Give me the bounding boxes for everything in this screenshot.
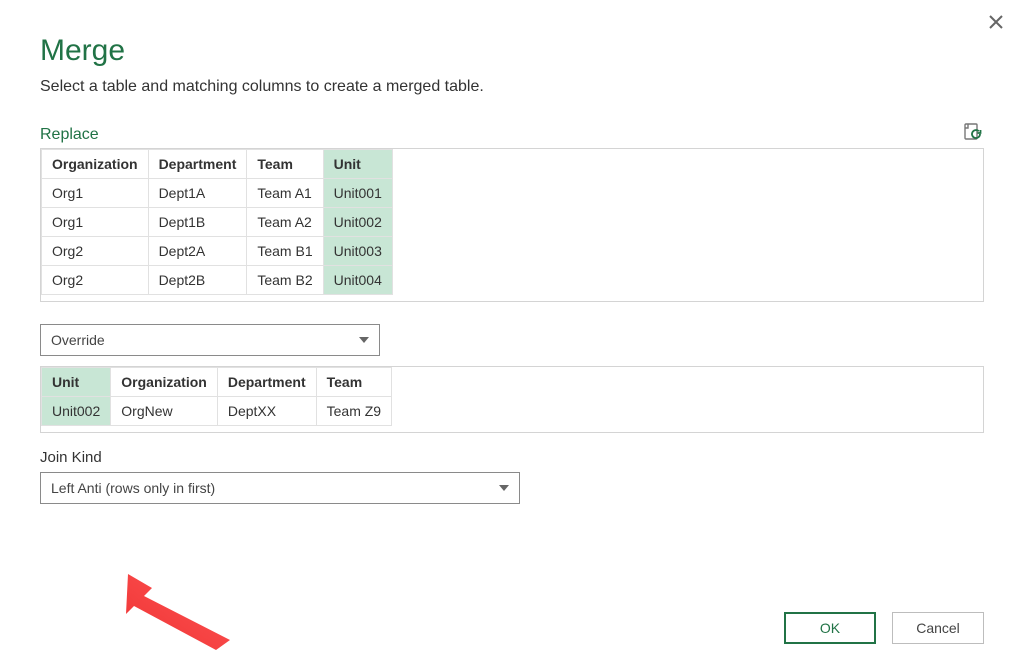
table-cell: Dept1A (148, 179, 247, 208)
table-cell: Team A2 (247, 208, 323, 237)
dialog-title: Merge (40, 34, 984, 68)
chevron-down-icon (359, 337, 369, 343)
ok-button[interactable]: OK (784, 612, 876, 644)
column-header[interactable]: Organization (42, 150, 149, 179)
table-cell: Org1 (42, 208, 149, 237)
join-kind-label: Join Kind (40, 449, 984, 466)
table-cell: Unit004 (323, 266, 392, 295)
column-header[interactable]: Team (316, 368, 391, 397)
table-cell: Team Z9 (316, 397, 391, 426)
join-kind-select[interactable]: Left Anti (rows only in first) (40, 472, 520, 504)
table-cell: Dept2B (148, 266, 247, 295)
column-header[interactable]: Department (148, 150, 247, 179)
refresh-icon (962, 122, 984, 144)
table-row[interactable]: Org1Dept1ATeam A1Unit001 (42, 179, 393, 208)
table-cell: Unit003 (323, 237, 392, 266)
table-row[interactable]: Org2Dept2ATeam B1Unit003 (42, 237, 393, 266)
table-cell: OrgNew (111, 397, 218, 426)
table-cell: Team B1 (247, 237, 323, 266)
column-header[interactable]: Department (217, 368, 316, 397)
dialog-intro: Select a table and matching columns to c… (40, 78, 984, 96)
table-cell: Org2 (42, 237, 149, 266)
table-row[interactable]: Unit002OrgNewDeptXXTeam Z9 (42, 397, 392, 426)
table-cell: Org2 (42, 266, 149, 295)
table-cell: Org1 (42, 179, 149, 208)
cancel-button[interactable]: Cancel (892, 612, 984, 644)
first-table-preview[interactable]: OrganizationDepartmentTeamUnitOrg1Dept1A… (40, 148, 984, 302)
second-table-select[interactable]: Override (40, 324, 380, 356)
close-icon (988, 14, 1004, 30)
column-header[interactable]: Team (247, 150, 323, 179)
table-cell: Unit002 (323, 208, 392, 237)
table-cell: Unit002 (42, 397, 111, 426)
table-cell: Team B2 (247, 266, 323, 295)
join-kind-value: Left Anti (rows only in first) (51, 480, 215, 496)
table-cell: Dept1B (148, 208, 247, 237)
chevron-down-icon (499, 485, 509, 491)
table-cell: Unit001 (323, 179, 392, 208)
table-row[interactable]: Org1Dept1BTeam A2Unit002 (42, 208, 393, 237)
close-button[interactable] (982, 8, 1010, 36)
table-row[interactable]: Org2Dept2BTeam B2Unit004 (42, 266, 393, 295)
column-header[interactable]: Unit (323, 150, 392, 179)
annotation-arrow (110, 570, 250, 650)
second-table-select-value: Override (51, 332, 105, 348)
column-header[interactable]: Organization (111, 368, 218, 397)
second-table-preview[interactable]: UnitOrganizationDepartmentTeamUnit002Org… (40, 366, 984, 433)
table-cell: DeptXX (217, 397, 316, 426)
column-header[interactable]: Unit (42, 368, 111, 397)
first-table-label: Replace (40, 126, 99, 144)
table-cell: Team A1 (247, 179, 323, 208)
table-cell: Dept2A (148, 237, 247, 266)
refresh-preview-button[interactable] (962, 122, 984, 144)
